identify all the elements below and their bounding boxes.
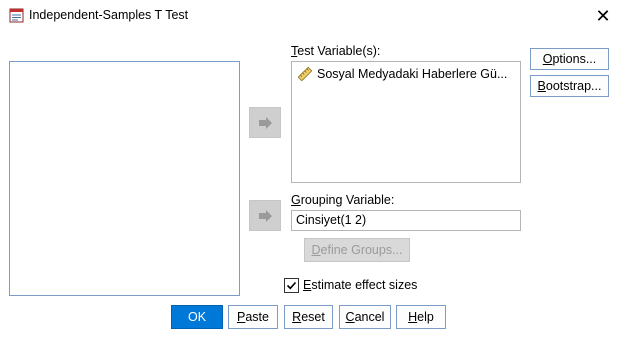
source-variable-list[interactable] xyxy=(9,61,240,296)
estimate-effect-sizes-label[interactable]: Estimate effect sizes xyxy=(303,278,417,292)
cancel-button[interactable]: Cancel xyxy=(339,305,391,329)
options-button[interactable]: Options... xyxy=(530,48,609,70)
move-to-test-variables-button[interactable] xyxy=(249,107,281,138)
reset-button[interactable]: Reset xyxy=(284,305,333,329)
close-icon[interactable]: ✕ xyxy=(591,5,615,27)
list-item[interactable]: Sosyal Medyadaki Haberlere Gü... xyxy=(297,66,519,82)
paste-button[interactable]: Paste xyxy=(228,305,278,329)
arrow-right-icon xyxy=(259,116,272,129)
help-button[interactable]: Help xyxy=(396,305,446,329)
move-to-grouping-variable-button[interactable] xyxy=(249,200,281,231)
window-title: Independent-Samples T Test xyxy=(29,8,189,22)
grouping-variable-label: Grouping Variable: xyxy=(291,193,395,207)
grouping-variable-field[interactable]: Cinsiyet(1 2) xyxy=(291,210,521,231)
bootstrap-button[interactable]: Bootstrap... xyxy=(530,75,609,97)
spss-dialog-icon xyxy=(9,8,24,23)
ok-button[interactable]: OK xyxy=(171,305,223,329)
define-groups-button[interactable]: Define Groups... xyxy=(304,238,410,262)
test-variables-label: Test Variable(s): xyxy=(291,44,381,58)
arrow-right-icon xyxy=(259,209,272,222)
checkmark-icon xyxy=(286,281,297,290)
list-item-label: Sosyal Medyadaki Haberlere Gü... xyxy=(317,67,508,81)
estimate-effect-sizes-checkbox[interactable] xyxy=(284,278,299,293)
scale-ruler-icon xyxy=(297,66,313,82)
